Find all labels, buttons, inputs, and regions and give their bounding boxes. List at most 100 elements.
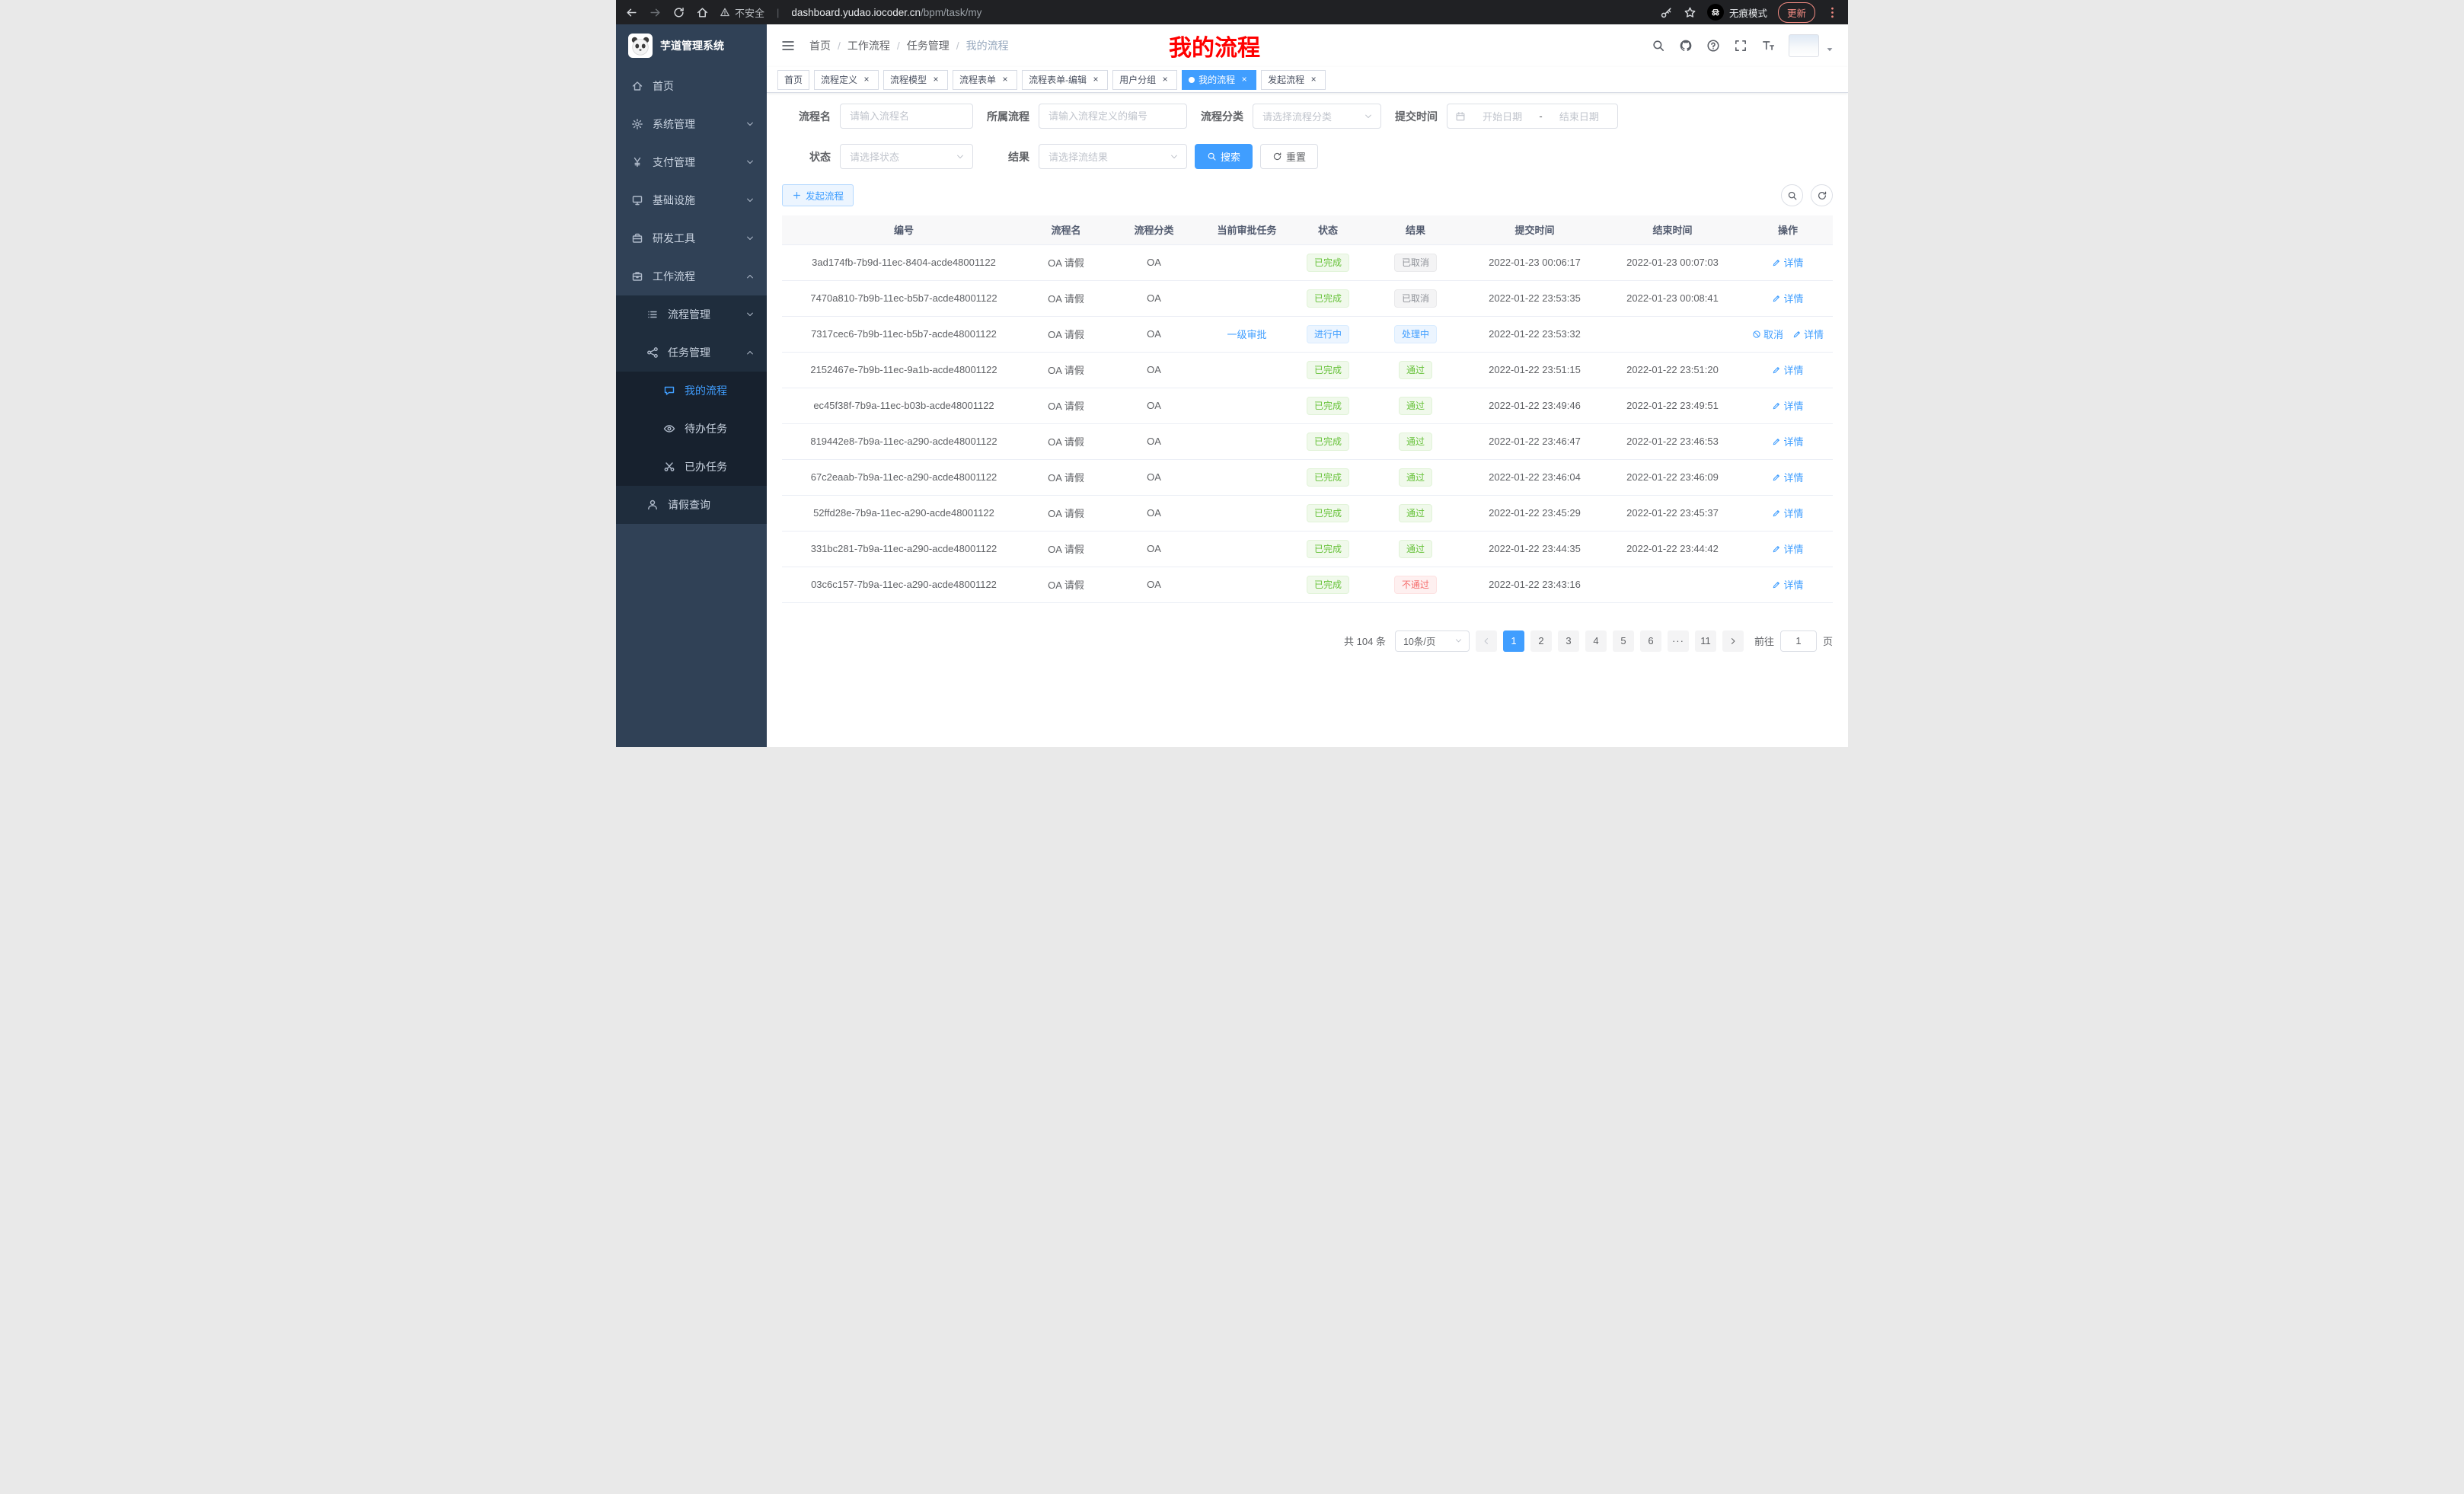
chevron-down-icon	[1170, 152, 1179, 161]
close-icon[interactable]: ×	[1090, 75, 1101, 85]
close-icon[interactable]: ×	[1000, 75, 1010, 85]
sidebar-item-my-process[interactable]: 我的流程	[616, 372, 767, 410]
action-label: 详情	[1783, 577, 1803, 592]
sidebar-item-home[interactable]: 首页	[616, 67, 767, 105]
cell-end-time: 2022-01-22 23:44:42	[1602, 531, 1743, 567]
process-name-input[interactable]	[840, 104, 973, 129]
create-process-button[interactable]: 发起流程	[782, 184, 854, 206]
browser-menu-icon[interactable]	[1826, 6, 1839, 19]
site-security[interactable]: 不安全	[720, 5, 764, 20]
hamburger-icon[interactable]	[780, 38, 796, 53]
page-button-5[interactable]: 5	[1613, 630, 1634, 652]
close-icon[interactable]: ×	[1308, 75, 1319, 85]
detail-link[interactable]: 详情	[1772, 577, 1803, 592]
detail-link[interactable]: 详情	[1772, 362, 1803, 377]
close-icon[interactable]: ×	[1160, 75, 1170, 85]
sidebar-item-system[interactable]: 系统管理	[616, 105, 767, 143]
search-toggle-button[interactable]	[1781, 184, 1803, 206]
sidebar-item-todo-tasks[interactable]: 待办任务	[616, 410, 767, 448]
sidebar-menu: 首页系统管理支付管理基础设施研发工具工作流程流程管理任务管理我的流程待办任务已办…	[616, 67, 767, 524]
fullscreen-icon[interactable]	[1734, 39, 1747, 53]
tab-process-form[interactable]: 流程表单×	[953, 70, 1017, 90]
category-select[interactable]: 请选择流程分类	[1253, 104, 1381, 129]
cancel-link[interactable]: 取消	[1752, 327, 1783, 341]
sidebar-item-workflow[interactable]: 工作流程	[616, 257, 767, 295]
cell-current-task	[1202, 495, 1292, 531]
address-bar[interactable]: dashboard.yudao.iocoder.cn/bpm/task/my	[791, 7, 981, 18]
browser-reload-icon[interactable]	[672, 6, 685, 19]
tags-view: 首页流程定义×流程模型×流程表单×流程表单-编辑×用户分组×我的流程×发起流程×	[767, 67, 1848, 93]
logo[interactable]: 芋道管理系统	[616, 24, 767, 67]
cell-end-time	[1602, 567, 1743, 602]
close-icon[interactable]: ×	[1239, 75, 1250, 85]
browser-home-icon[interactable]	[696, 6, 709, 19]
avatar[interactable]	[1789, 34, 1819, 57]
sidebar-item-devtools[interactable]: 研发工具	[616, 219, 767, 257]
status-badge: 进行中	[1307, 325, 1349, 343]
next-page-button[interactable]	[1722, 630, 1744, 652]
tab-home[interactable]: 首页	[777, 70, 809, 90]
page-button-11[interactable]: 11	[1695, 630, 1716, 652]
tab-process-model[interactable]: 流程模型×	[883, 70, 948, 90]
tab-process-form-edit[interactable]: 流程表单-编辑×	[1022, 70, 1108, 90]
submit-time-range[interactable]: 开始日期 - 结束日期	[1447, 104, 1618, 129]
page-button-1[interactable]: 1	[1503, 630, 1524, 652]
detail-link[interactable]: 详情	[1772, 291, 1803, 305]
browser-bar: 不安全 | dashboard.yudao.iocoder.cn/bpm/tas…	[616, 0, 1848, 24]
detail-link[interactable]: 详情	[1772, 398, 1803, 413]
update-button[interactable]: 更新	[1778, 2, 1815, 23]
bookmark-star-icon[interactable]	[1684, 6, 1696, 19]
browser-back-icon[interactable]	[625, 6, 638, 19]
detail-link[interactable]: 详情	[1772, 434, 1803, 449]
current-task-link[interactable]: 一级审批	[1227, 329, 1266, 340]
detail-link[interactable]: 详情	[1772, 470, 1803, 484]
detail-link[interactable]: 详情	[1772, 506, 1803, 520]
reset-button[interactable]: 重置	[1260, 144, 1318, 169]
prev-page-button[interactable]	[1476, 630, 1497, 652]
pagination: 共 104 条 10条/页 123456···11 前往 页	[782, 630, 1833, 652]
detail-link[interactable]: 详情	[1772, 541, 1803, 556]
goto-page-input[interactable]	[1780, 630, 1817, 652]
caret-down-icon[interactable]	[1825, 45, 1834, 54]
page-button-4[interactable]: 4	[1585, 630, 1607, 652]
header-search-icon[interactable]	[1652, 39, 1665, 53]
search-button[interactable]: 搜索	[1195, 144, 1253, 169]
sidebar-item-done-tasks[interactable]: 已办任务	[616, 448, 767, 486]
close-icon[interactable]: ×	[930, 75, 941, 85]
browser-forward-icon[interactable]	[649, 6, 662, 19]
detail-link[interactable]: 详情	[1772, 255, 1803, 270]
sidebar-item-label: 首页	[653, 78, 674, 94]
pager-more-button[interactable]: ···	[1668, 630, 1689, 652]
refresh-table-button[interactable]	[1811, 184, 1833, 206]
tab-user-group[interactable]: 用户分组×	[1112, 70, 1177, 90]
page-button-6[interactable]: 6	[1640, 630, 1661, 652]
sidebar-item-process-management[interactable]: 流程管理	[616, 295, 767, 334]
help-icon[interactable]	[1706, 39, 1720, 53]
sidebar-item-task-management[interactable]: 任务管理	[616, 334, 767, 372]
github-icon[interactable]	[1679, 39, 1693, 53]
sidebar-item-payment[interactable]: 支付管理	[616, 143, 767, 181]
breadcrumb-item[interactable]: 工作流程	[847, 38, 890, 53]
tab-start-process[interactable]: 发起流程×	[1261, 70, 1326, 90]
page-button-2[interactable]: 2	[1530, 630, 1552, 652]
table-row: 819442e8-7b9a-11ec-a290-acde48001122OA 请…	[782, 423, 1833, 459]
sidebar-item-leave-query[interactable]: 请假查询	[616, 486, 767, 524]
page-button-3[interactable]: 3	[1558, 630, 1579, 652]
tab-process-definition[interactable]: 流程定义×	[814, 70, 879, 90]
result-badge: 已取消	[1394, 289, 1437, 308]
breadcrumb-item[interactable]: 首页	[809, 38, 831, 53]
sidebar-item-infrastructure[interactable]: 基础设施	[616, 181, 767, 219]
detail-link[interactable]: 详情	[1792, 327, 1824, 341]
breadcrumb-item[interactable]: 任务管理	[907, 38, 950, 53]
parent-process-input[interactable]	[1039, 104, 1187, 129]
table-row: 03c6c157-7b9a-11ec-a290-acde48001122OA 请…	[782, 567, 1833, 602]
goto-unit-label: 页	[1823, 634, 1833, 648]
status-select[interactable]: 请选择状态	[840, 144, 973, 169]
close-icon[interactable]: ×	[861, 75, 872, 85]
page-size-select[interactable]: 10条/页	[1395, 630, 1470, 652]
password-key-icon[interactable]	[1660, 6, 1673, 19]
tab-my-process[interactable]: 我的流程×	[1182, 70, 1256, 90]
font-size-icon[interactable]	[1761, 39, 1775, 53]
result-select[interactable]: 请选择流结果	[1039, 144, 1187, 169]
plus-icon	[792, 190, 802, 200]
